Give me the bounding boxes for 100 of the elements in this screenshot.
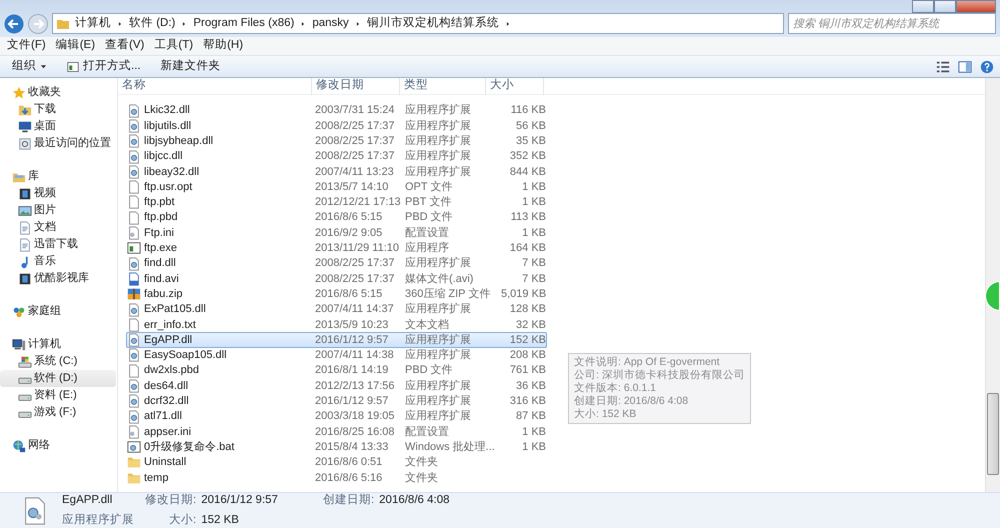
sidebar-item[interactable]: 优酷影视库 — [0, 270, 116, 287]
file-row[interactable]: atl71.dll 2003/3/18 19:05 应用程序扩展 87 KB — [126, 408, 547, 424]
type-text: 配置设置 — [405, 426, 449, 438]
size-text: 1 KB — [522, 180, 546, 193]
sidebar-item[interactable]: 网络 — [0, 437, 116, 454]
file-row[interactable]: dcrf32.dll 2016/1/12 9:57 应用程序扩展 316 KB — [126, 394, 547, 409]
toolbar-button[interactable]: 组织 — [6, 58, 53, 76]
menu-item[interactable]: 工具(T) — [154, 37, 194, 55]
type-text: 应用程序扩展 — [405, 104, 471, 116]
file-row[interactable]: Ftp.ini 2016/9/2 9:05 配置设置 1 KB — [126, 225, 547, 241]
sidebar-item[interactable]: 下载 — [0, 101, 116, 118]
sidebar-item[interactable]: 视频 — [0, 185, 116, 202]
file-name: temp — [144, 470, 168, 486]
file-row[interactable]: temp 2016/8/6 5:16 文件夹 — [126, 470, 547, 486]
sidebar-item[interactable]: 资料 (E:) — [0, 387, 116, 404]
sidebar-item[interactable]: 迅雷下载 — [0, 236, 116, 253]
file-row[interactable]: libjutils.dll 2008/2/25 17:37 应用程序扩展 56 KB — [126, 118, 547, 134]
file-row[interactable]: ExPat105.dll 2007/4/11 14:37 应用程序扩展 128 KB — [126, 302, 547, 318]
sidebar-item[interactable]: 图片 — [0, 202, 116, 219]
field-label: 修改日期: — [145, 492, 196, 508]
breadcrumb-item[interactable]: pansky — [312, 14, 349, 32]
menu-item[interactable]: 文件(F) — [7, 37, 46, 55]
file-row[interactable]: EasySoap105.dll 2007/4/11 14:38 应用程序扩展 208 KB — [126, 348, 547, 364]
sidebar-item[interactable]: 家庭组 — [0, 303, 116, 320]
file-row[interactable]: fabu.zip 2016/8/6 5:15 360压缩 ZIP 文件 5,019 KB — [126, 286, 547, 302]
type-text: 文件夹 — [405, 472, 438, 484]
menu-item[interactable]: 编辑(E) — [56, 37, 96, 55]
menu-item[interactable]: 帮助(H) — [203, 37, 244, 55]
type-text: 应用程序扩展 — [405, 150, 471, 162]
menu-item[interactable]: 查看(V) — [105, 37, 144, 55]
file-row[interactable]: find.dll 2008/2/25 17:37 应用程序扩展 7 KB — [126, 256, 547, 272]
file-row[interactable]: ftp.usr.opt 2013/5/7 14:10 OPT 文件 1 KB — [126, 179, 547, 195]
sidebar-item[interactable]: 最近访问的位置 — [0, 135, 116, 152]
sidebar-item[interactable]: 计算机 — [0, 336, 116, 353]
size-text: 87 KB — [516, 410, 546, 422]
column-header[interactable]: 名称 — [118, 78, 312, 94]
toolbar-button[interactable]: 打开方式... — [61, 58, 147, 76]
file-row[interactable]: 0升级修复命令.bat 2015/8/4 13:33 Windows 批处理... 1 KB — [126, 440, 547, 455]
file-row[interactable]: find.avi 2008/2/25 17:37 媒体文件(.avi) 7 KB — [126, 271, 547, 287]
file-row[interactable]: appser.ini 2016/8/25 16:08 配置设置 1 KB — [126, 424, 547, 440]
file-name: ftp.exe — [144, 241, 178, 256]
breadcrumb-item[interactable]: 铜川市双定机构结算系统 — [366, 14, 499, 32]
size-text: 152 KB — [510, 334, 546, 346]
search-field[interactable]: 搜索 铜川市双定机构结算系统 — [788, 13, 996, 34]
address-bar[interactable]: 计算机 软件 (D:) Program Files (x86) pansky 铜川市双定机构结算系统 — [52, 13, 784, 34]
file-name: EasySoap105.dll — [144, 348, 227, 364]
column-header[interactable]: 修改日期 — [312, 78, 400, 94]
file-type: 应用程序扩展 — [62, 512, 134, 528]
sidebar-item[interactable]: 音乐 — [0, 253, 116, 270]
field-label: 创建日期: — [322, 492, 374, 508]
sidebar-item[interactable]: 桌面 — [0, 118, 116, 135]
file-row[interactable]: ftp.pbd 2016/8/6 5:15 PBD 文件 113 KB — [126, 210, 547, 226]
type-text: Windows 批处理... — [405, 440, 495, 453]
sidebar-item[interactable]: 文档 — [0, 219, 116, 236]
file-row[interactable]: EgAPP.dll 2016/1/12 9:57 应用程序扩展 152 KB — [126, 332, 547, 348]
file-row[interactable]: libjsybheap.dll 2008/2/25 17:37 应用程序扩展 35 KB — [126, 134, 547, 149]
file-name: find.avi — [144, 272, 179, 287]
size-text: 35 KB — [516, 135, 546, 147]
sidebar-item[interactable]: 游戏 (F:) — [0, 404, 116, 421]
type-text: 应用程序扩展 — [405, 410, 471, 422]
size-text: 7 KB — [522, 257, 546, 270]
type-text: PBD 文件 — [405, 364, 453, 376]
toolbar-button[interactable]: 新建文件夹 — [154, 58, 227, 76]
tooltip-line: 创建日期: 2016/8/6 4:08 — [574, 395, 690, 408]
sidebar-item[interactable]: 收藏夹 — [0, 84, 116, 101]
file-row[interactable]: libjcc.dll 2008/2/25 17:37 应用程序扩展 352 KB — [126, 148, 547, 164]
sidebar-item[interactable]: 系统 (C:) — [0, 353, 116, 370]
file-name: ExPat105.dll — [144, 302, 206, 318]
column-header[interactable]: 类型 — [400, 78, 486, 94]
date-text: 2016/1/12 9:57 — [315, 395, 388, 408]
breadcrumb-item[interactable]: 计算机 — [75, 14, 111, 32]
size-text: 1 KB — [522, 226, 546, 239]
size-text: 1 KB — [522, 440, 546, 453]
sidebar-item[interactable]: 库 — [0, 168, 116, 185]
file-row[interactable]: Lkic32.dll 2003/7/31 15:24 应用程序扩展 116 KB — [126, 103, 547, 118]
type-text: 文本文档 — [405, 318, 449, 331]
file-row[interactable]: ftp.exe 2013/11/29 11:10 应用程序 164 KB — [126, 240, 547, 256]
file-row[interactable]: ftp.pbt 2012/12/21 17:13 PBT 文件 1 KB — [126, 194, 547, 210]
column-header[interactable]: 大小 — [486, 78, 544, 94]
date-text: 2007/4/11 13:23 — [315, 166, 394, 178]
file-row[interactable]: Uninstall 2016/8/6 0:51 文件夹 — [126, 454, 547, 470]
sidebar-item[interactable]: 软件 (D:) — [0, 370, 116, 387]
size-text: 7 KB — [522, 272, 546, 285]
file-name: dw2xls.pbd — [144, 363, 200, 378]
file-row[interactable]: err_info.txt 2013/5/9 10:23 文本文档 32 KB — [126, 317, 547, 332]
type-text: OPT 文件 — [405, 180, 452, 193]
file-name: find.dll — [144, 256, 176, 272]
file-name: dcrf32.dll — [144, 394, 189, 410]
breadcrumb-item[interactable]: Program Files (x86) — [193, 14, 294, 32]
breadcrumb-item[interactable]: 软件 (D:) — [129, 14, 176, 32]
date-text: 2003/7/31 15:24 — [315, 104, 395, 116]
date-text: 2016/8/6 5:16 — [315, 472, 382, 484]
file-row[interactable]: libeay32.dll 2007/4/11 13:23 应用程序扩展 844 KB — [126, 164, 547, 180]
date-text: 2013/5/7 14:10 — [315, 180, 388, 193]
size-text: 316 KB — [510, 395, 546, 408]
file-name: libjutils.dll — [144, 118, 192, 134]
file-row[interactable]: des64.dll 2012/2/13 17:56 应用程序扩展 36 KB — [126, 378, 547, 394]
type-text: 应用程序扩展 — [405, 334, 471, 346]
type-text: 应用程序 — [405, 242, 449, 254]
file-row[interactable]: dw2xls.pbd 2016/8/1 14:19 PBD 文件 761 KB — [126, 363, 547, 378]
